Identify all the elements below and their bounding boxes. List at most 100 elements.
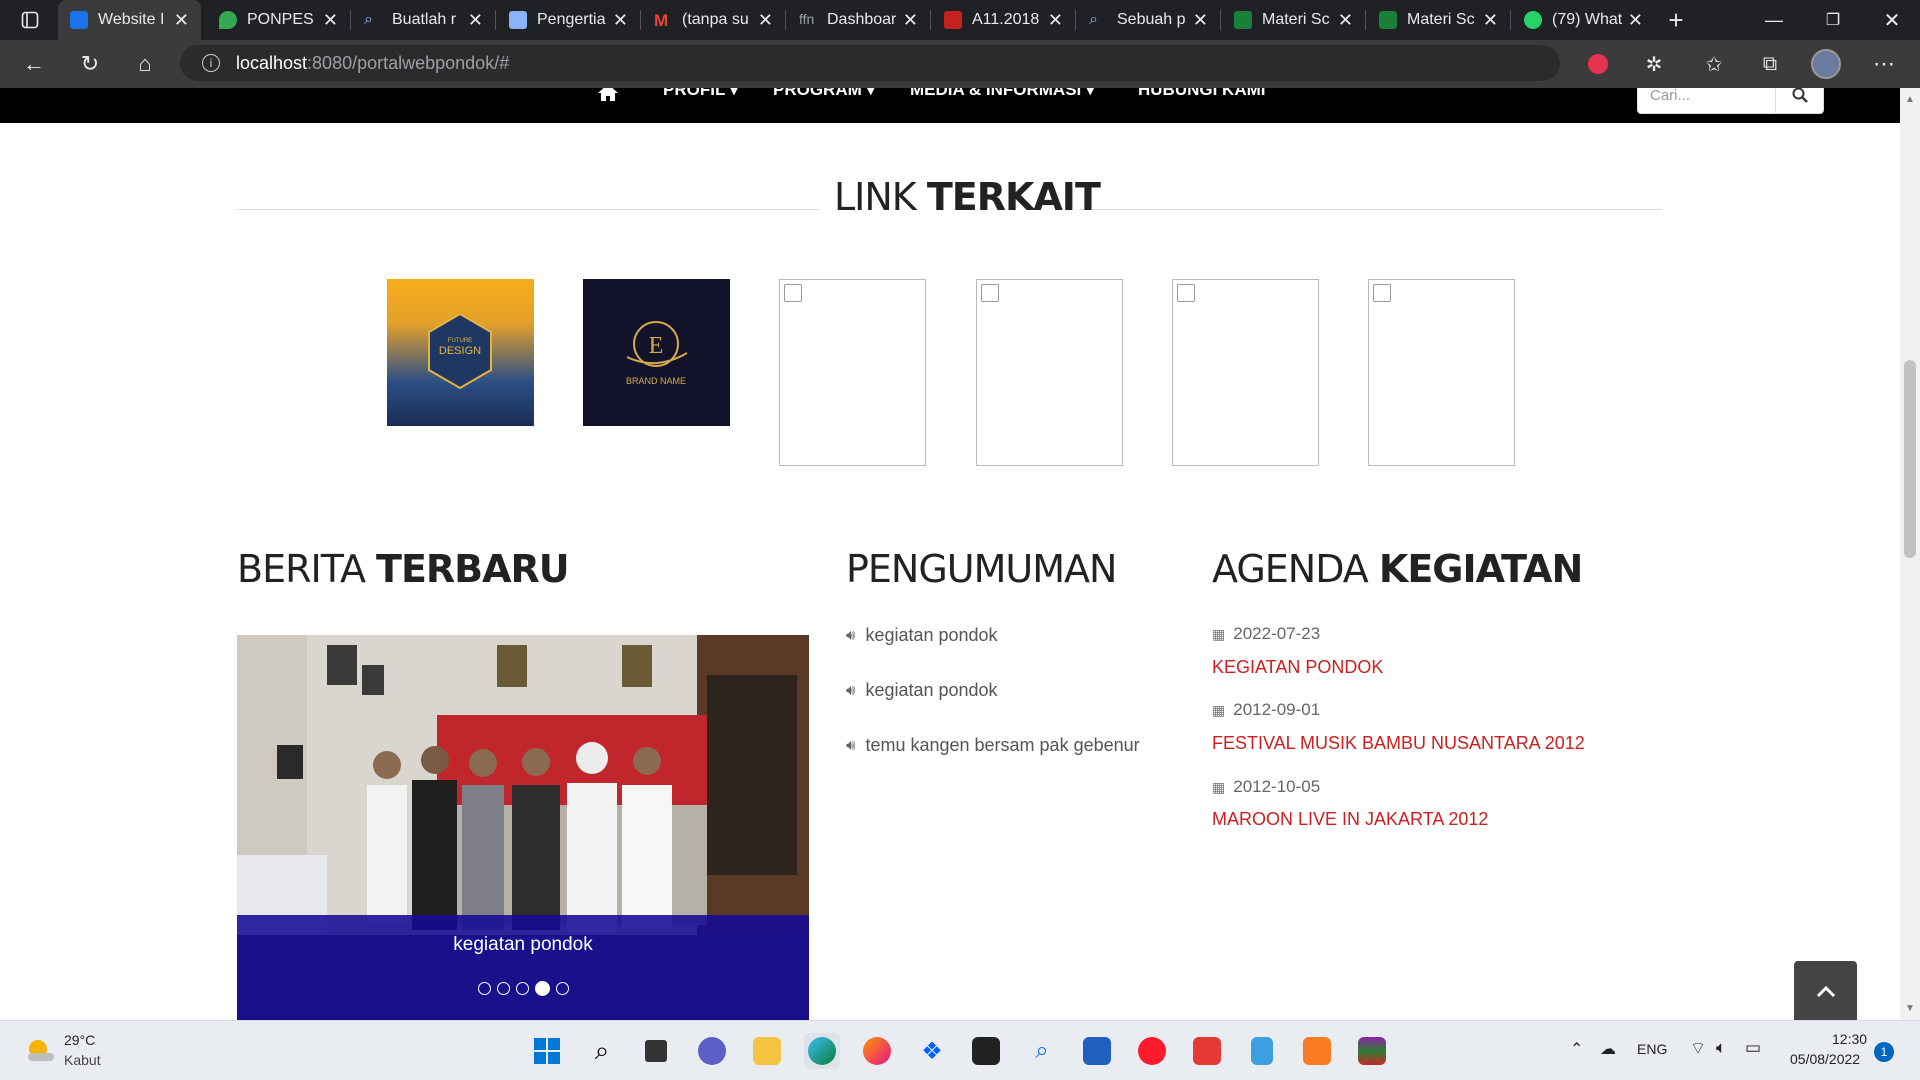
tab-title: Materi Sc [1407, 11, 1475, 28]
new-tab-icon[interactable]: + [1658, 2, 1694, 38]
site-info-icon[interactable]: i [202, 54, 220, 72]
scroll-to-top-button[interactable] [1794, 961, 1857, 1020]
nav-hubungi-kami[interactable]: HUBUNGI KAMI [1138, 88, 1266, 100]
close-tab-icon[interactable]: ✕ [1338, 10, 1353, 31]
slide-dot-1[interactable] [477, 982, 491, 995]
slide-dot-4[interactable] [534, 981, 550, 996]
onedrive-icon[interactable]: ☁ [1600, 1039, 1616, 1059]
tab-pdf[interactable]: A11.2018 ✕ [932, 0, 1075, 40]
tab-title: (tanpa su [682, 11, 749, 28]
tab-buatlah[interactable]: ⌕ Buatlah r ✕ [352, 0, 495, 40]
back-icon[interactable]: ← [16, 46, 52, 82]
slide-dot-3[interactable] [515, 982, 529, 995]
collections-icon[interactable]: ⧉ [1752, 46, 1788, 82]
tab-ponpes[interactable]: PONPES I ✕ [207, 0, 350, 40]
related-link-broken-image-4[interactable] [1368, 279, 1515, 466]
close-tab-icon[interactable]: ✕ [1048, 10, 1063, 31]
related-link-broken-image-1[interactable] [779, 279, 926, 466]
address-bar[interactable]: i localhost:8080/portalwebpondok/# [180, 45, 1560, 81]
close-tab-icon[interactable]: ✕ [1193, 10, 1208, 31]
nav-program[interactable]: PROGRAM ▾ [773, 88, 875, 100]
related-link-logo-2[interactable]: E BRAND NAME [583, 279, 730, 426]
start-button[interactable] [529, 1033, 565, 1069]
show-hidden-icons-icon[interactable]: ⌃ [1570, 1039, 1583, 1059]
close-tab-icon[interactable]: ✕ [1628, 10, 1643, 31]
search-button[interactable] [1776, 88, 1823, 113]
wifi-icon[interactable]: ⌔ [1690, 1038, 1706, 1059]
volume-icon[interactable]: 🔈︎ [1716, 1038, 1726, 1058]
scrollbar-thumb[interactable] [1904, 360, 1916, 558]
related-link-logo-1[interactable]: DESIGN FUTURE [387, 279, 534, 426]
extensions-icon[interactable]: ✲ [1636, 46, 1672, 82]
tab-whatsapp[interactable]: (79) What ✕ [1512, 0, 1655, 40]
close-tab-icon[interactable]: ✕ [1483, 10, 1498, 31]
announcement-item[interactable]: 🔊︎ temu kangen bersam pak gebenur [846, 735, 1140, 756]
nav-media-informasi[interactable]: MEDIA & INFORMASI ▾ [910, 88, 1095, 100]
firefox-icon[interactable] [859, 1033, 895, 1069]
notification-badge[interactable]: 1 [1874, 1042, 1894, 1062]
minimize-icon[interactable]: — [1756, 2, 1792, 38]
notepad-icon[interactable] [1244, 1033, 1280, 1069]
close-tab-icon[interactable]: ✕ [468, 10, 483, 31]
announcement-item[interactable]: 🔊︎ kegiatan pondok [846, 625, 998, 646]
close-window-icon[interactable]: ✕ [1874, 2, 1910, 38]
language-indicator[interactable]: ENG [1637, 1041, 1667, 1057]
taskbar-search-icon[interactable]: ⌕ [584, 1033, 620, 1069]
title-bold: TERKAIT [926, 175, 1101, 219]
tab-dashboard[interactable]: ffn Dashboar ✕ [787, 0, 930, 40]
tab-gmail[interactable]: M (tanpa su ✕ [642, 0, 785, 40]
winrar-icon[interactable] [1354, 1033, 1390, 1069]
slide-dot-5[interactable] [555, 982, 569, 995]
agenda-link[interactable]: FESTIVAL MUSIK BAMBU NUSANTARA 2012 [1212, 733, 1585, 754]
store-icon[interactable] [1079, 1033, 1115, 1069]
nav-home-icon[interactable] [597, 88, 619, 107]
clock-time[interactable]: 12:30 [1832, 1031, 1867, 1047]
close-tab-icon[interactable]: ✕ [903, 10, 918, 31]
close-tab-icon[interactable]: ✕ [323, 10, 338, 31]
page-scrollbar[interactable]: ▲ ▼ [1900, 88, 1920, 1020]
nav-profil[interactable]: PROFIL ▾ [663, 88, 738, 100]
clock-date[interactable]: 05/08/2022 [1790, 1051, 1860, 1067]
favorites-icon[interactable]: ✩ [1696, 46, 1732, 82]
weather-temp[interactable]: 29°C [64, 1032, 95, 1048]
opera-icon[interactable] [1134, 1033, 1170, 1069]
refresh-icon[interactable]: ↻ [72, 46, 108, 82]
tab-sebuah[interactable]: ⌕ Sebuah p ✕ [1077, 0, 1220, 40]
tab-materi-1[interactable]: Materi Sc ✕ [1222, 0, 1365, 40]
blocker-extension-icon[interactable] [1580, 46, 1616, 82]
restore-icon[interactable]: ❐ [1815, 2, 1851, 38]
close-tab-icon[interactable]: ✕ [174, 10, 189, 31]
xampp-icon[interactable] [1299, 1033, 1335, 1069]
search-app-icon[interactable]: ⌕ [1024, 1033, 1060, 1069]
teams-chat-icon[interactable] [694, 1033, 730, 1069]
tab-favicon-icon [70, 11, 88, 29]
task-view-icon[interactable] [638, 1033, 674, 1069]
related-link-broken-image-2[interactable] [976, 279, 1123, 466]
scroll-down-arrow-icon[interactable]: ▼ [1905, 1003, 1915, 1014]
notion-icon[interactable] [968, 1033, 1004, 1069]
tab-actions-icon[interactable] [12, 2, 48, 38]
battery-icon[interactable]: ▭ [1745, 1038, 1761, 1058]
agenda-link[interactable]: KEGIATAN PONDOK [1212, 657, 1383, 678]
news-slider[interactable]: kegiatan pondok [237, 635, 809, 1020]
related-link-broken-image-3[interactable] [1172, 279, 1319, 466]
profile-avatar[interactable] [1808, 46, 1844, 82]
tab-materi-2[interactable]: Materi Sc ✕ [1367, 0, 1510, 40]
wps-office-icon[interactable] [1189, 1033, 1225, 1069]
dropbox-icon[interactable]: ❖ [914, 1033, 950, 1069]
tab-website[interactable]: Website I ✕ [58, 0, 201, 40]
close-tab-icon[interactable]: ✕ [758, 10, 773, 31]
slide-dot-2[interactable] [496, 982, 510, 995]
search-input[interactable]: Cari... [1638, 88, 1776, 113]
announcement-item[interactable]: 🔊︎ kegiatan pondok [846, 680, 998, 701]
tab-pengertian[interactable]: Pengertia ✕ [497, 0, 640, 40]
edge-icon[interactable] [804, 1033, 840, 1069]
weather-desc[interactable]: Kabut [64, 1052, 101, 1068]
home-icon[interactable]: ⌂ [127, 46, 163, 82]
weather-icon[interactable] [24, 1035, 56, 1067]
scroll-up-arrow-icon[interactable]: ▲ [1905, 94, 1915, 105]
more-menu-icon[interactable]: ⋯ [1866, 46, 1902, 82]
agenda-link[interactable]: MAROON LIVE IN JAKARTA 2012 [1212, 809, 1488, 830]
file-explorer-icon[interactable] [749, 1033, 785, 1069]
close-tab-icon[interactable]: ✕ [613, 10, 628, 31]
